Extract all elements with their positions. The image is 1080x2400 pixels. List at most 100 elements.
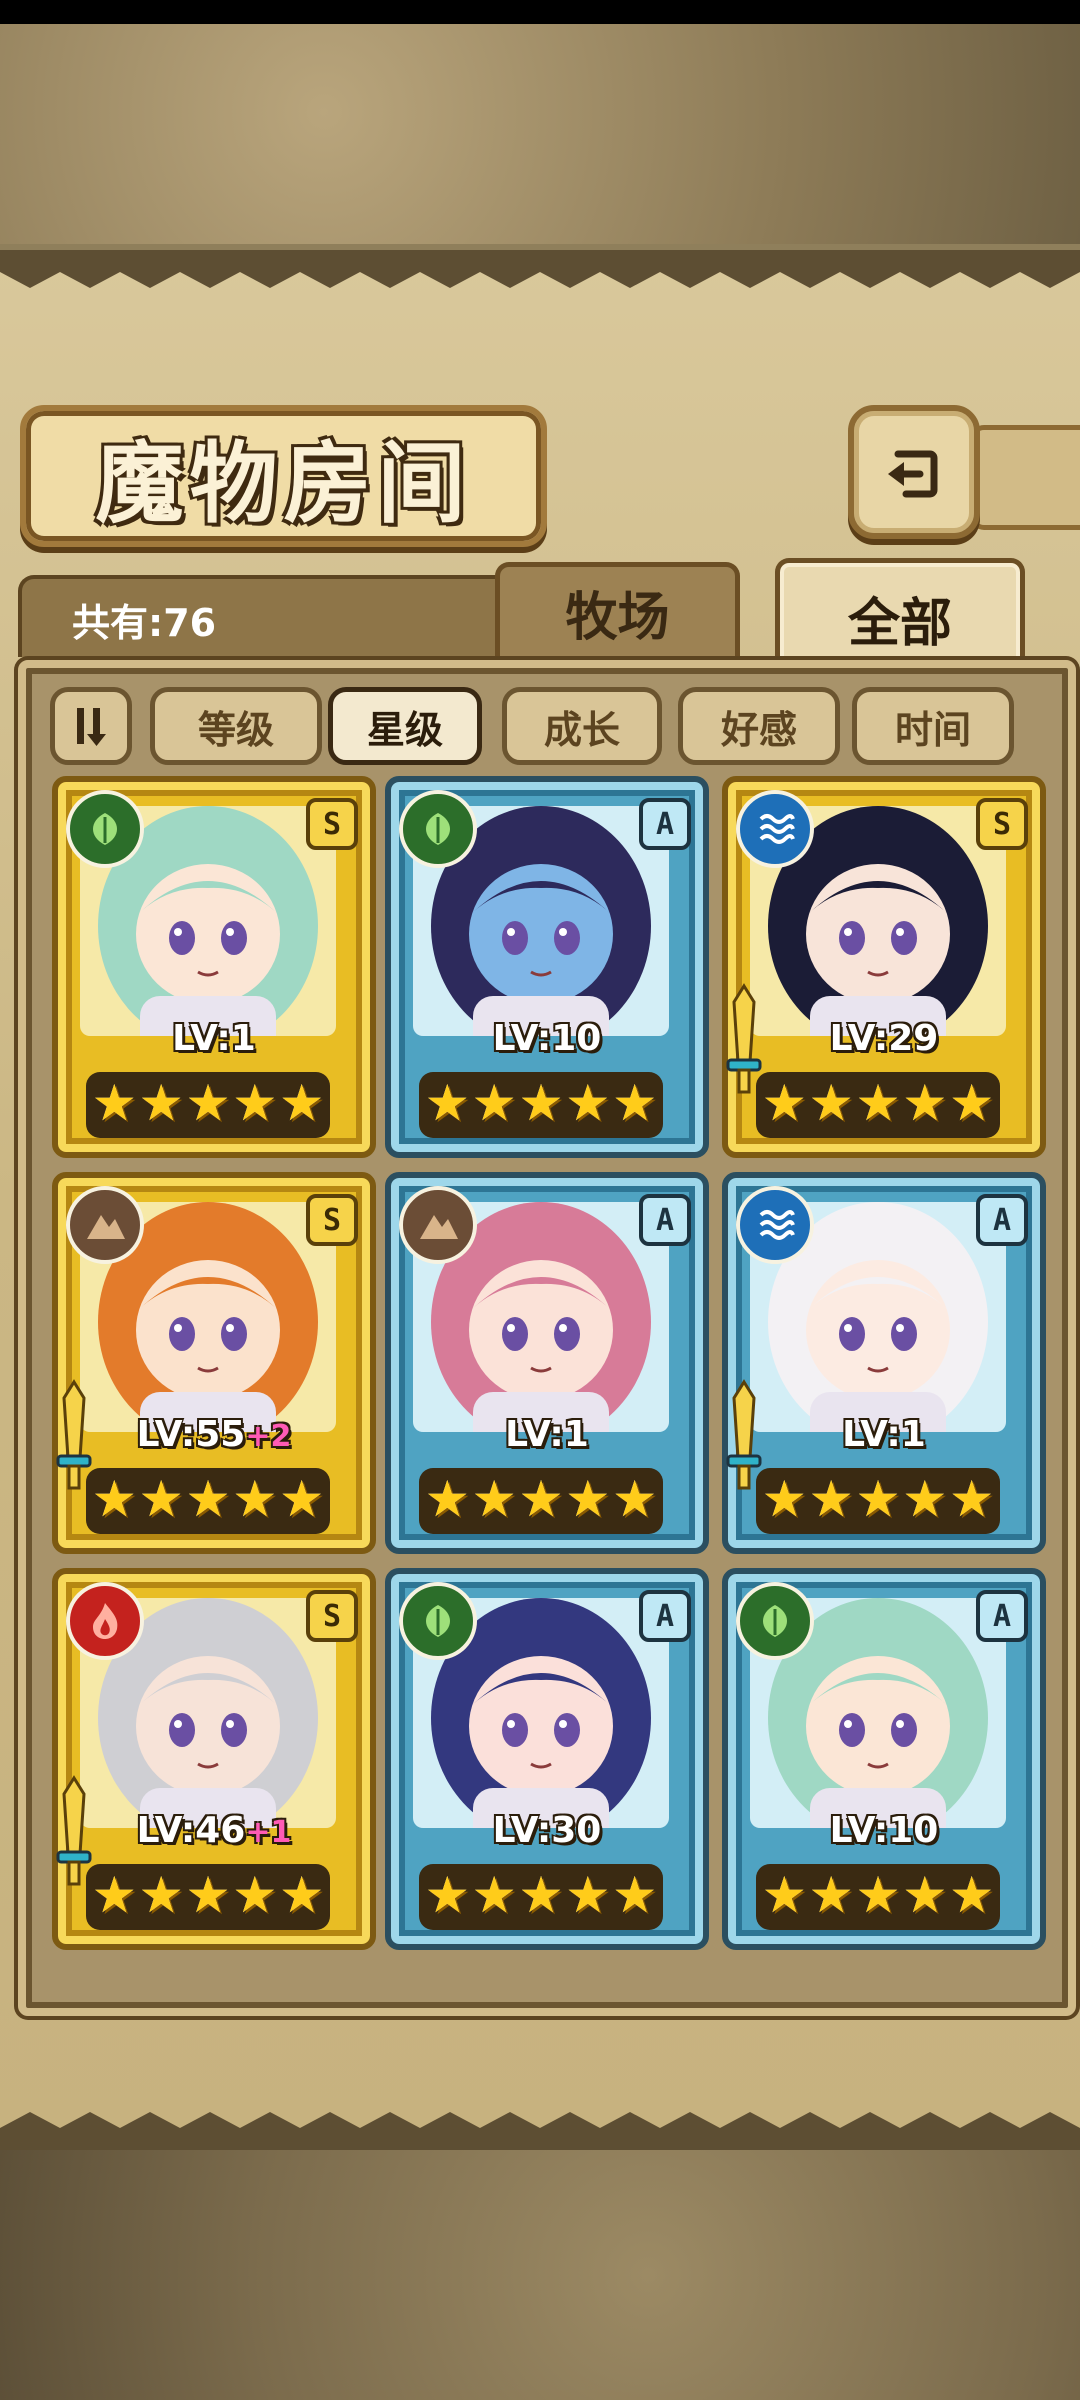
star-icon: ★ [808,1470,854,1528]
star-icon: ★ [138,1866,184,1924]
element-water-icon [736,790,814,868]
star-icon: ★ [518,1074,564,1132]
level-label: LV:1 [391,1414,703,1455]
level-text: LV:46 [136,1810,246,1851]
level-text: LV:30 [492,1810,602,1851]
rank-badge: A [639,1590,691,1642]
monster-card[interactable]: S LV:29 ★ ★ ★ ★ ★ [722,776,1046,1158]
star-icon: ★ [855,1470,901,1528]
level-text: LV:10 [492,1018,602,1059]
monster-card[interactable]: S LV:46+1 ★ ★ ★ ★ ★ [52,1568,376,1950]
rank-badge: A [976,1194,1028,1246]
element-earth-icon [66,1186,144,1264]
level-text: LV:1 [172,1018,256,1059]
level-label: LV:1 [58,1018,370,1059]
star-icon: ★ [232,1074,278,1132]
star-icon: ★ [902,1866,948,1924]
level-label: LV:55+2 [58,1414,370,1455]
star-icon: ★ [471,1866,517,1924]
star-icon: ★ [612,1074,658,1132]
page-title: 魔物房间 [95,430,472,535]
star-icon: ★ [612,1470,658,1528]
sort-order-icon [77,708,106,746]
star-icon: ★ [471,1074,517,1132]
star-rating: ★ ★ ★ ★ ★ [756,1468,1000,1534]
status-bar [0,0,1080,24]
star-icon: ★ [518,1866,564,1924]
element-leaf-icon [399,1582,477,1660]
star-icon: ★ [279,1470,325,1528]
star-icon: ★ [471,1470,517,1528]
torn-edge-bottom [0,2112,1080,2150]
sort-order-toggle[interactable] [50,687,132,765]
level-label: LV:29 [728,1018,1040,1059]
rank-badge: S [306,1194,358,1246]
rank-badge: S [306,798,358,850]
star-rating: ★ ★ ★ ★ ★ [419,1468,663,1534]
rank-badge: A [976,1590,1028,1642]
star-rating: ★ ★ ★ ★ ★ [86,1468,330,1534]
level-label: LV:10 [728,1810,1040,1851]
star-rating: ★ ★ ★ ★ ★ [419,1864,663,1930]
star-rating: ★ ★ ★ ★ ★ [419,1072,663,1138]
tab-all[interactable]: 全部 [775,558,1025,673]
star-icon: ★ [138,1074,184,1132]
star-icon: ★ [855,1074,901,1132]
star-icon: ★ [761,1866,807,1924]
torn-edge-top [0,250,1080,288]
star-icon: ★ [808,1074,854,1132]
star-icon: ★ [279,1866,325,1924]
level-label: LV:46+1 [58,1810,370,1851]
sort-growth-button[interactable]: 成长 [502,687,662,765]
sort-star-button[interactable]: 星级 [328,687,482,765]
return-arrow-icon [888,450,938,498]
star-icon: ★ [902,1470,948,1528]
level-label: LV:30 [391,1810,703,1851]
star-icon: ★ [232,1470,278,1528]
star-icon: ★ [279,1074,325,1132]
level-bonus: +1 [245,1815,292,1850]
star-icon: ★ [91,1470,137,1528]
monster-card[interactable]: A LV:10 ★ ★ ★ ★ ★ [722,1568,1046,1950]
star-icon: ★ [565,1470,611,1528]
monster-card[interactable]: S LV:55+2 ★ ★ ★ ★ ★ [52,1172,376,1554]
star-icon: ★ [949,1866,995,1924]
sort-affection-button[interactable]: 好感 [678,687,840,765]
star-icon: ★ [565,1074,611,1132]
rank-badge: A [639,798,691,850]
star-icon: ★ [424,1866,470,1924]
star-icon: ★ [949,1470,995,1528]
back-button[interactable] [848,405,980,539]
sort-level-button[interactable]: 等级 [150,687,322,765]
star-icon: ★ [91,1866,137,1924]
element-leaf-icon [66,790,144,868]
sort-time-button[interactable]: 时间 [852,687,1014,765]
star-icon: ★ [232,1866,278,1924]
level-label: LV:10 [391,1018,703,1059]
star-icon: ★ [91,1074,137,1132]
star-rating: ★ ★ ★ ★ ★ [756,1072,1000,1138]
monster-card[interactable]: A LV:1 ★ ★ ★ ★ ★ [385,1172,709,1554]
star-icon: ★ [518,1470,564,1528]
star-icon: ★ [855,1866,901,1924]
star-icon: ★ [612,1866,658,1924]
star-icon: ★ [565,1866,611,1924]
star-rating: ★ ★ ★ ★ ★ [756,1864,1000,1930]
title-plate: 魔物房间 [20,405,547,547]
monster-card[interactable]: A LV:10 ★ ★ ★ ★ ★ [385,776,709,1158]
star-icon: ★ [424,1470,470,1528]
star-icon: ★ [949,1074,995,1132]
star-rating: ★ ★ ★ ★ ★ [86,1072,330,1138]
monster-card[interactable]: S LV:1 ★ ★ ★ ★ ★ [52,776,376,1158]
monster-card[interactable]: A LV:1 ★ ★ ★ ★ ★ [722,1172,1046,1554]
monster-card[interactable]: A LV:30 ★ ★ ★ ★ ★ [385,1568,709,1950]
star-icon: ★ [761,1074,807,1132]
rank-badge: A [639,1194,691,1246]
star-icon: ★ [761,1470,807,1528]
star-icon: ★ [424,1074,470,1132]
level-text: LV:10 [829,1810,939,1851]
monster-count: 共有:76 [72,601,217,645]
tab-ranch[interactable]: 牧场 [495,562,740,657]
level-text: LV:55 [136,1414,246,1455]
level-text: LV:1 [842,1414,926,1455]
